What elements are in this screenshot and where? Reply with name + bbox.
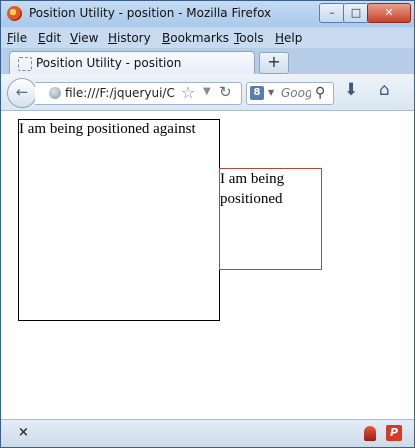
tab-position-utility[interactable]: Position Utility - position (9, 51, 255, 75)
google-icon[interactable]: 8 (250, 86, 264, 100)
download-icon[interactable]: ⬇ (344, 80, 358, 100)
new-tab-button[interactable]: + (259, 52, 289, 74)
menu-help[interactable]: Help (275, 31, 302, 45)
title-bar: Position Utility - position - Mozilla Fi… (1, 1, 414, 27)
url-bar[interactable]: file:///F:/jqueryui/Ch ☆ ▼ ↻ (35, 82, 242, 105)
url-text: file:///F:/jqueryui/Ch (65, 86, 175, 100)
addon-p-icon[interactable]: P (386, 425, 402, 441)
positioned-box: I am being positioned (219, 168, 322, 270)
star-icon[interactable]: ☆ (181, 83, 195, 102)
back-icon[interactable]: ← (7, 78, 37, 108)
dropdown-icon[interactable]: ▼ (203, 86, 211, 97)
menu-view[interactable]: View (70, 31, 98, 45)
firefox-logo-icon (7, 6, 22, 21)
browser-window: Position Utility - position - Mozilla Fi… (0, 0, 415, 448)
menu-history[interactable]: History (108, 31, 151, 45)
menu-bookmarks[interactable]: Bookmarks (162, 31, 229, 45)
page-icon (18, 57, 32, 71)
menu-bar: File Edit View History Bookmarks Tools H… (1, 28, 414, 48)
minimize-button[interactable]: – (319, 3, 345, 23)
window-title: Position Utility - position - Mozilla Fi… (29, 6, 272, 20)
search-box[interactable]: 8 ▼ Goog ⚲ (246, 82, 334, 105)
menu-edit[interactable]: Edit (38, 31, 61, 45)
target-box: I am being positioned against (18, 119, 220, 321)
maximize-button[interactable]: □ (343, 3, 369, 23)
tab-strip: Position Utility - position + (1, 48, 414, 75)
menu-file[interactable]: File (7, 31, 27, 45)
add-on-bar: × P (1, 419, 414, 447)
close-addon-bar-icon[interactable]: × (18, 425, 29, 440)
home-icon[interactable]: ⌂ (379, 80, 390, 100)
close-button[interactable]: ✕ (367, 3, 411, 23)
menu-tools[interactable]: Tools (234, 31, 264, 45)
globe-icon (49, 87, 61, 99)
search-icon[interactable]: ⚲ (315, 85, 325, 101)
page-content: I am being positioned against I am being… (1, 111, 414, 419)
reload-icon[interactable]: ↻ (219, 83, 232, 101)
navigation-toolbar: ← file:///F:/jqueryui/Ch ☆ ▼ ↻ 8 ▼ Goog … (1, 74, 414, 111)
tab-label: Position Utility - position (36, 56, 182, 70)
search-engine-dropdown-icon[interactable]: ▼ (268, 88, 274, 97)
search-input[interactable]: Goog (281, 86, 311, 100)
addon-icon[interactable] (364, 426, 376, 441)
